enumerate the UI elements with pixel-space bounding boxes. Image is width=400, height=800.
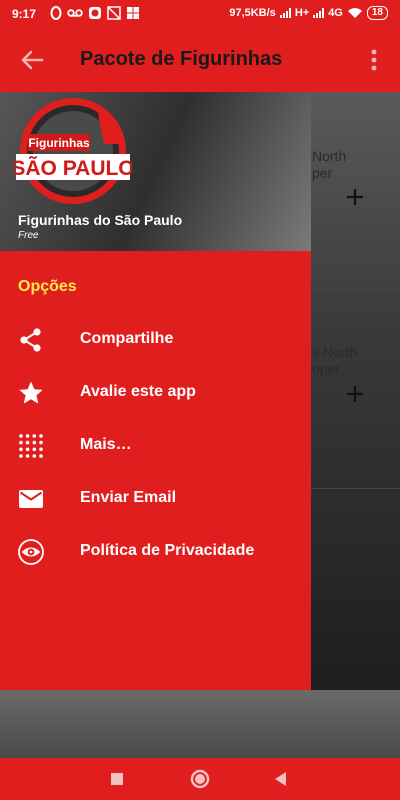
grid-dots-icon xyxy=(19,434,43,458)
menu-item-label: Enviar Email xyxy=(80,489,177,506)
status-bar: 9:17 97,5KB/s H+ 4G 18 xyxy=(0,0,400,28)
drawer-app-name: Figurinhas do São Paulo xyxy=(18,212,183,228)
section-title-options: Opções xyxy=(18,278,77,295)
windows-icon xyxy=(127,7,139,19)
drawer-menu: Opções Compartilhe Avalie este app Mais…… xyxy=(0,251,311,690)
notification-icons xyxy=(50,6,140,20)
menu-item-share[interactable]: Compartilhe xyxy=(0,315,311,365)
battery-indicator: 18 xyxy=(366,6,388,20)
gallery-icon xyxy=(107,6,121,20)
menu-item-label: Mais… xyxy=(80,436,132,453)
card-text: North per xyxy=(312,148,347,181)
share-icon xyxy=(20,328,41,352)
square-icon[interactable] xyxy=(104,766,130,792)
email-icon xyxy=(19,490,43,508)
star-icon xyxy=(19,381,43,404)
menu-item-more[interactable]: Mais… xyxy=(0,421,311,471)
privacy-eye-icon xyxy=(18,539,44,565)
more-vert-icon[interactable] xyxy=(362,46,386,74)
ad-banner-area xyxy=(0,690,400,758)
app-bar: Pacote de Figurinhas xyxy=(0,28,400,92)
menu-item-privacy[interactable]: Política de Privacidade xyxy=(0,527,311,577)
network-4g: 4G xyxy=(328,7,343,19)
voicemail-icon xyxy=(67,9,83,17)
notification-icon xyxy=(50,6,62,20)
drawer-app-price: Free xyxy=(18,230,39,241)
drawer-header: Figurinhas SÃO PAULO Figurinhas do São P… xyxy=(0,92,311,251)
network-speed: 97,5KB/s xyxy=(229,7,276,19)
add-icon[interactable] xyxy=(344,186,366,208)
network-type: H+ xyxy=(294,7,310,19)
menu-item-label: Política de Privacidade xyxy=(80,542,255,559)
signal-icon-2 xyxy=(313,8,325,18)
svg-text:SÃO PAULO: SÃO PAULO xyxy=(14,157,132,180)
status-time: 9:17 xyxy=(12,7,37,21)
triangle-back-icon[interactable] xyxy=(268,766,294,792)
signal-icon xyxy=(279,8,291,18)
card-text: s North oper xyxy=(312,344,358,377)
svg-text:Figurinhas: Figurinhas xyxy=(28,136,90,150)
app-notification-icon xyxy=(89,7,101,19)
app-logo: Figurinhas SÃO PAULO xyxy=(14,98,132,204)
page-title: Pacote de Figurinhas xyxy=(80,48,283,70)
status-right: 97,5KB/s H+ 4G 18 xyxy=(229,6,388,20)
add-icon[interactable] xyxy=(344,383,366,405)
navigation-drawer: Figurinhas SÃO PAULO Figurinhas do São P… xyxy=(0,92,311,690)
arrow-back-icon[interactable] xyxy=(18,46,46,74)
menu-item-rate[interactable]: Avalie este app xyxy=(0,368,311,418)
menu-item-label: Avalie este app xyxy=(80,383,196,400)
menu-item-email[interactable]: Enviar Email xyxy=(0,474,311,524)
circle-icon[interactable] xyxy=(187,766,213,792)
wifi-icon xyxy=(347,8,362,18)
menu-item-label: Compartilhe xyxy=(80,330,174,347)
system-nav-bar xyxy=(0,758,400,800)
